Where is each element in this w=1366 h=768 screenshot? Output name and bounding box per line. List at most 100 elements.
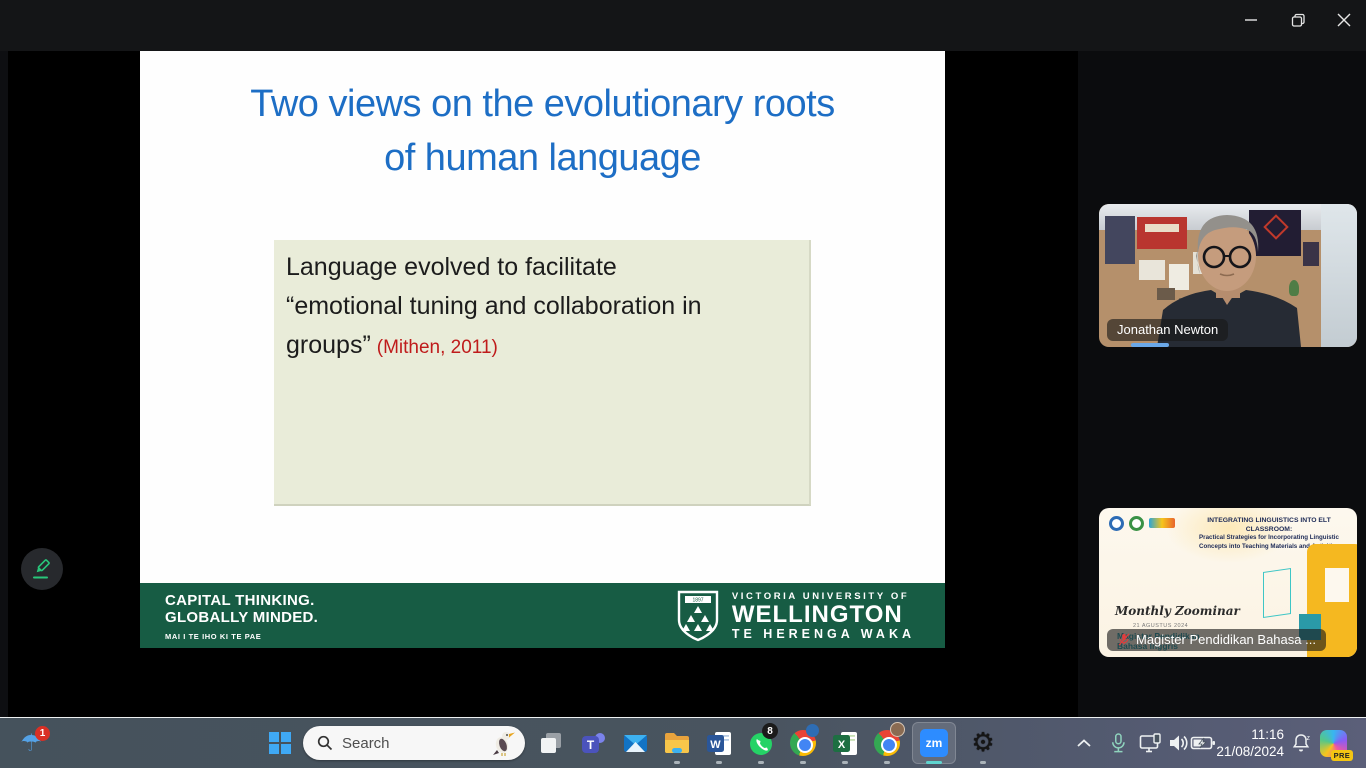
poster-window-cutout	[1325, 568, 1349, 602]
zoom-icon-label: zm	[926, 736, 943, 750]
running-indicator	[758, 761, 764, 764]
running-indicator	[884, 761, 890, 764]
slide-title-line1: Two views on the evolutionary roots	[140, 77, 945, 131]
poster-header-line2: Practical Strategies for Incorporating L…	[1189, 534, 1349, 543]
gear-icon: ⚙	[971, 728, 994, 758]
participant-video-magister[interactable]: INTEGRATING LINGUISTICS INTO ELT CLASSRO…	[1099, 508, 1357, 657]
widgets-button[interactable]: ☂ 1	[8, 720, 54, 766]
windows-taskbar: ☂ 1 Search	[0, 717, 1366, 768]
widgets-notification-badge: 1	[35, 726, 50, 741]
chrome-profile-app-button[interactable]	[867, 720, 907, 766]
restore-button[interactable]	[1278, 4, 1318, 36]
running-indicator	[716, 761, 722, 764]
poster-script-title: Monthly Zoominar	[1115, 604, 1240, 618]
chrome-extension-badge	[806, 724, 819, 737]
video-highlight	[1131, 343, 1169, 347]
notification-bell-icon: z	[1291, 733, 1311, 753]
tray-microphone-button[interactable]	[1104, 720, 1132, 766]
excel-icon: X	[832, 730, 859, 757]
excel-letter: X	[837, 739, 845, 751]
mail-app-button[interactable]	[615, 720, 655, 766]
quote-line2: “emotional tuning and collaboration in	[286, 287, 797, 326]
teams-icon: T	[580, 730, 607, 757]
mail-icon	[622, 730, 649, 757]
tagline-line2: GLOBALLY MINDED.	[165, 609, 318, 626]
quote-line1: Language evolved to facilitate	[286, 248, 797, 287]
slide-footer-band: CAPITAL THINKING. GLOBALLY MINDED. MAI I…	[140, 583, 945, 648]
close-button[interactable]	[1324, 4, 1364, 36]
search-box[interactable]: Search	[303, 726, 525, 760]
university-line3: TE HERENGA WAKA	[732, 627, 915, 641]
muted-mic-icon	[1117, 632, 1131, 647]
university-logo-block: 1897 VICTORIA UNIVERSITY OF WELLINGTON T…	[676, 590, 915, 642]
chrome-app-button[interactable]	[783, 720, 823, 766]
quote-text-box: Language evolved to facilitate “emotiona…	[274, 240, 811, 506]
participant-name-tag: Magister Pendidikan Bahasa ...	[1107, 629, 1326, 651]
shield-year: 1897	[692, 598, 703, 604]
slide-title: Two views on the evolutionary roots of h…	[140, 77, 945, 185]
tray-time: 11:16	[1251, 726, 1284, 743]
pencil-icon	[31, 558, 53, 580]
zoom-app-button[interactable]: zm	[911, 720, 957, 766]
speaker-icon	[1169, 734, 1189, 752]
university-shield-icon: 1897	[676, 590, 720, 642]
whatsapp-app-button[interactable]: 8	[741, 720, 781, 766]
task-view-icon	[538, 730, 564, 756]
tray-notifications-button[interactable]: z	[1288, 720, 1314, 766]
chrome-profile-avatar	[890, 722, 905, 737]
poster-header-line1: INTEGRATING LINGUISTICS INTO ELT CLASSRO…	[1189, 516, 1349, 534]
presentation-slide: Two views on the evolutionary roots of h…	[140, 51, 945, 648]
participant-name-tag: Jonathan Newton	[1107, 319, 1228, 341]
running-indicator	[842, 761, 848, 764]
tray-clock[interactable]: 11:16 21/08/2024	[1222, 720, 1284, 766]
close-icon	[1337, 13, 1351, 27]
tray-overflow-button[interactable]	[1070, 720, 1098, 766]
running-indicator	[674, 761, 680, 764]
chevron-up-icon	[1077, 739, 1091, 748]
word-letter: W	[710, 739, 721, 751]
zoom-icon: zm	[920, 729, 948, 757]
task-view-button[interactable]	[531, 720, 571, 766]
running-indicator	[980, 761, 986, 764]
participant-name: Magister Pendidikan Bahasa ...	[1136, 632, 1316, 647]
settings-app-button[interactable]: ⚙	[963, 720, 1003, 766]
restore-icon	[1291, 13, 1306, 28]
window-title-bar	[0, 0, 1366, 51]
quote-line3-text: groups”	[286, 331, 371, 359]
windows-logo-icon	[269, 732, 291, 754]
poster-outline-shape	[1263, 568, 1291, 618]
running-indicator-active	[926, 761, 942, 764]
tray-cast-button[interactable]	[1136, 720, 1166, 766]
quote-line3: groups” (Mithen, 2011)	[286, 326, 797, 367]
file-explorer-button[interactable]	[657, 720, 697, 766]
participant-video-jonathan[interactable]: Jonathan Newton	[1099, 204, 1357, 347]
university-line2: WELLINGTON	[732, 602, 915, 627]
running-indicator	[800, 761, 806, 764]
search-bird-icon	[491, 730, 515, 756]
university-tagline: CAPITAL THINKING. GLOBALLY MINDED. MAI I…	[165, 592, 318, 645]
copilot-pre-badge: PRE	[1331, 750, 1353, 761]
microphone-icon	[1109, 732, 1127, 754]
folder-icon	[663, 730, 691, 756]
search-icon	[317, 735, 333, 751]
kampus-merdeka-logo	[1149, 518, 1175, 528]
excel-app-button[interactable]: X	[825, 720, 865, 766]
tray-battery-button[interactable]	[1188, 720, 1218, 766]
university-name: VICTORIA UNIVERSITY OF WELLINGTON TE HER…	[732, 591, 915, 641]
tray-date: 21/08/2024	[1216, 743, 1284, 760]
minimize-icon	[1244, 13, 1258, 27]
quote-citation: (Mithen, 2011)	[377, 337, 498, 358]
slide-title-line2: of human language	[140, 131, 945, 185]
minimize-button[interactable]	[1231, 4, 1271, 36]
teams-app-button[interactable]: T	[573, 720, 613, 766]
word-app-button[interactable]: W	[699, 720, 739, 766]
institution-logo-icon	[1129, 516, 1144, 531]
teams-letter: T	[586, 738, 594, 752]
bell-sleep-z: z	[1307, 735, 1311, 742]
start-button[interactable]	[260, 720, 300, 766]
annotate-button[interactable]	[21, 548, 63, 590]
institution-logo-icon	[1109, 516, 1124, 531]
tray-copilot-button[interactable]: PRE	[1316, 720, 1350, 766]
tagline-line3: MAI I TE IHO KI TE PAE	[165, 628, 318, 645]
battery-charging-icon	[1190, 735, 1216, 751]
